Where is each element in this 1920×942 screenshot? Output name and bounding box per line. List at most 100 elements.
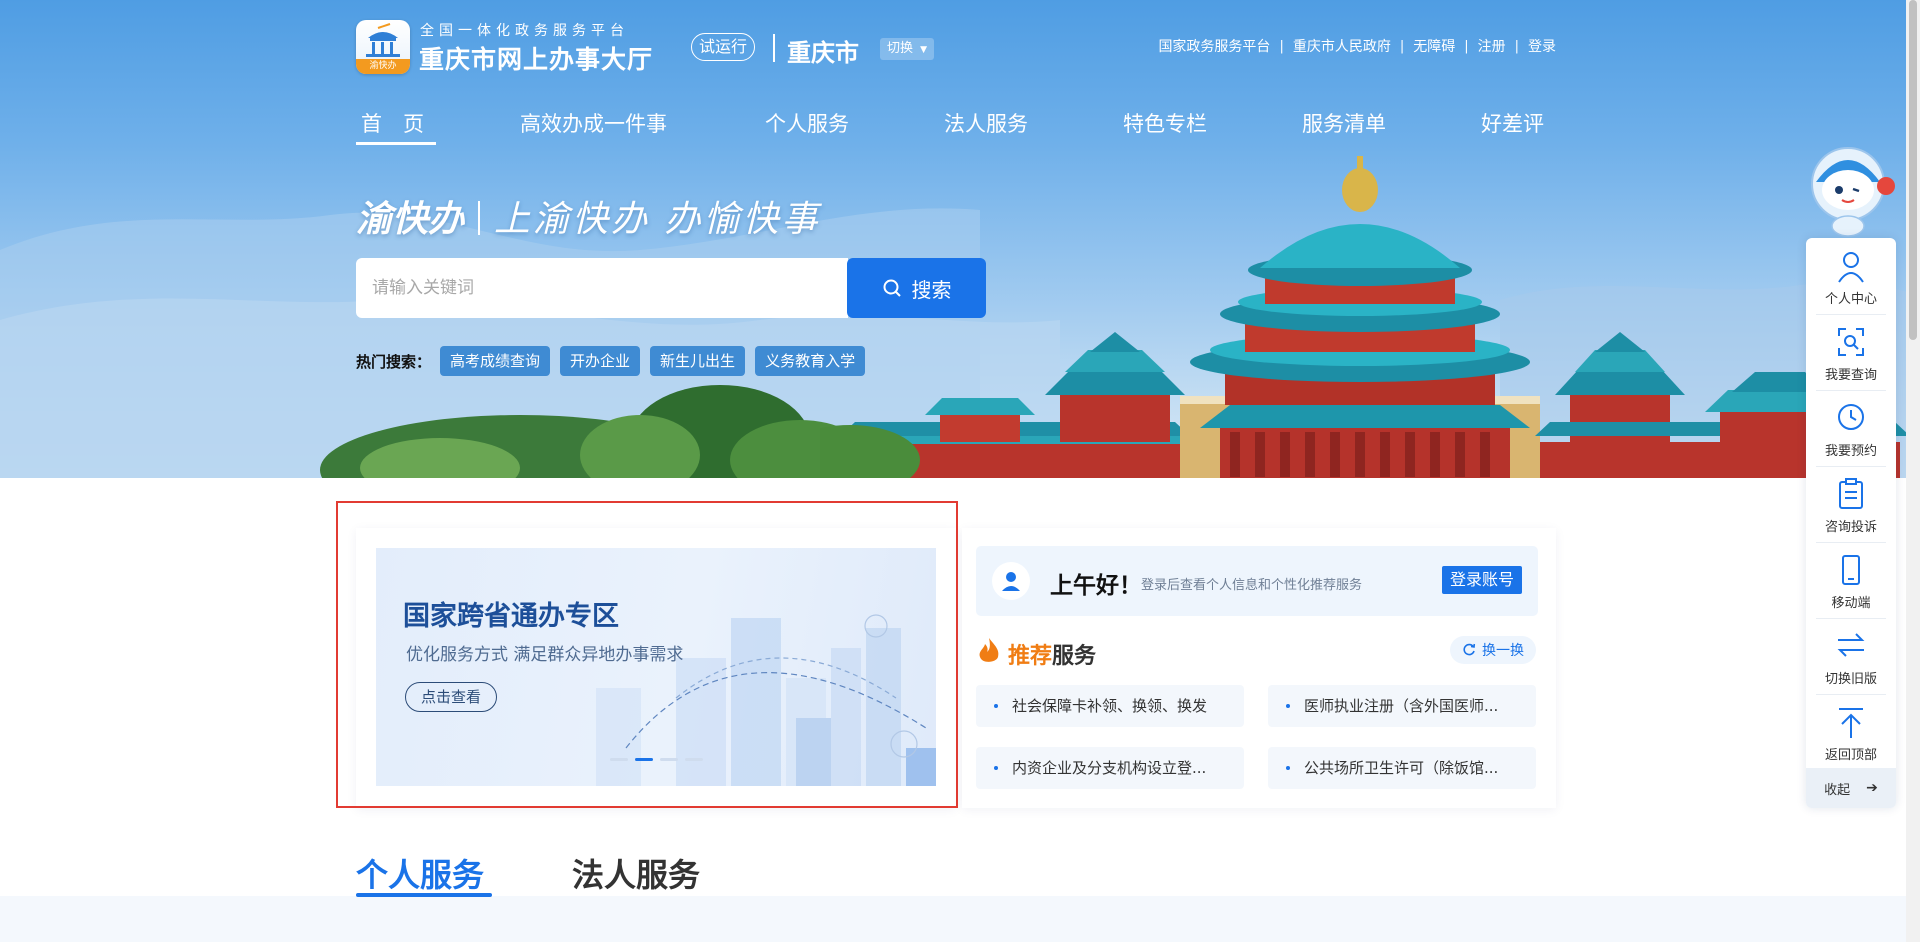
link-city-government[interactable]: 重庆市人民政府	[1293, 36, 1391, 56]
toolbar-consult-complaint[interactable]: 咨询投诉	[1806, 466, 1896, 542]
toolbar-label: 移动端	[1831, 596, 1871, 611]
recommend-item[interactable]: 公共场所卫生许可（除饭馆...	[1268, 747, 1536, 789]
toolbar-back-to-top[interactable]: 返回顶部	[1806, 694, 1896, 770]
logo-tag: 渝快办	[356, 59, 410, 74]
swap-arrows-icon	[1837, 633, 1865, 657]
recommend-item[interactable]: 内资企业及分支机构设立登...	[976, 747, 1244, 789]
link-accessibility[interactable]: 无障碍	[1413, 36, 1455, 56]
toolbar-mobile[interactable]: 移动端	[1806, 542, 1896, 618]
hero-banner: 渝快办 全国一体化政务服务平台 重庆市网上办事大厅 试运行 重庆市 切换 ▼ 国…	[0, 0, 1920, 478]
search-input[interactable]	[356, 258, 848, 318]
nav-item-personal[interactable]: 个人服务	[765, 108, 849, 138]
slogan-text: 上渝快办 办愉快事	[494, 199, 821, 240]
search-button[interactable]: 搜索	[847, 258, 986, 318]
bullet-dot-icon	[994, 704, 998, 708]
main-nav: 首 页 高效办成一件事 个人服务 法人服务 特色专栏 服务清单 好差评	[356, 108, 1556, 148]
link-national-platform[interactable]: 国家政务服务平台	[1158, 36, 1270, 56]
nav-item-rating[interactable]: 好差评	[1481, 108, 1544, 138]
recommend-title: 推荐服务	[1008, 638, 1096, 670]
site-logo[interactable]: 渝快办	[356, 20, 410, 74]
greeting-panel: 上午好！ 登录后查看个人信息和个性化推荐服务 登录账号	[976, 546, 1538, 616]
hot-tag-school-enrollment[interactable]: 义务教育入学	[755, 346, 866, 376]
clock-icon	[1838, 404, 1864, 430]
hot-tag-open-business[interactable]: 开办企业	[560, 346, 641, 376]
user-avatar-icon	[1002, 572, 1020, 591]
greeting-hint: 登录后查看个人信息和个性化推荐服务	[1141, 578, 1363, 593]
nav-active-underline	[356, 142, 436, 145]
arrow-up-icon	[1839, 708, 1863, 738]
arrow-right-icon: ➔	[1866, 780, 1878, 796]
bullet-dot-icon	[994, 766, 998, 770]
clipboard-icon	[1839, 478, 1863, 509]
toolbar-switch-old-version[interactable]: 切换旧版	[1806, 618, 1896, 694]
nav-item-home[interactable]: 首 页	[361, 108, 424, 138]
slogan-brand: 渝快办	[356, 199, 465, 240]
caret-down-icon: ▼	[920, 45, 928, 55]
toolbar-label: 返回顶部	[1824, 748, 1877, 763]
platform-subtitle: 全国一体化政务服务平台	[420, 23, 629, 39]
hot-tag-newborn[interactable]: 新生儿出生	[650, 346, 746, 376]
refresh-label: 换一换	[1482, 643, 1524, 659]
recommend-item[interactable]: 医师执业注册（含外国医师...	[1268, 685, 1536, 727]
highlight-frame	[336, 501, 958, 808]
toolbar-label: 个人中心	[1824, 292, 1877, 307]
nav-item-featured[interactable]: 特色专栏	[1123, 108, 1207, 138]
recommend-title-highlight: 推荐	[1008, 644, 1053, 669]
toolbar-label: 切换旧版	[1824, 672, 1877, 687]
city-switch-label: 切换	[887, 41, 914, 56]
site-header: 渝快办 全国一体化政务服务平台 重庆市网上办事大厅 试运行 重庆市 切换 ▼ 国…	[356, 18, 1556, 78]
greeting-title: 上午好！	[1050, 573, 1142, 599]
link-login[interactable]: 登录	[1528, 36, 1556, 56]
mascot-icon[interactable]	[1806, 142, 1896, 238]
tab-personal-service[interactable]: 个人服务	[356, 850, 484, 896]
tab-legal-service[interactable]: 法人服务	[572, 850, 700, 896]
nav-item-legal[interactable]: 法人服务	[944, 108, 1028, 138]
recommend-item[interactable]: 社会保障卡补领、换领、换发	[976, 685, 1244, 727]
toolbar-label: 咨询投诉	[1824, 520, 1877, 535]
toolbar-label: 我要预约	[1824, 444, 1877, 459]
flame-icon	[979, 638, 999, 662]
hero-slogan: 渝快办 上渝快办 办愉快事	[356, 190, 820, 242]
header-divider	[773, 34, 775, 62]
right-toolbar: 个人中心 我要查询 我要预约 咨询投诉 移动端 切换旧版 返回顶部 收起 ➔	[1806, 238, 1896, 808]
link-register[interactable]: 注册	[1478, 36, 1506, 56]
building-logo-icon	[366, 23, 400, 57]
current-city: 重庆市	[787, 39, 859, 67]
nav-item-service-list[interactable]: 服务清单	[1302, 108, 1386, 138]
link-separator: |	[1279, 38, 1284, 54]
recommend-item-label: 内资企业及分支机构设立登...	[1012, 759, 1207, 777]
hot-searches-label: 热门搜索：	[356, 352, 432, 371]
hot-searches: 热门搜索： 高考成绩查询 开办企业 新生儿出生 义务教育入学	[356, 346, 875, 376]
nav-item-one-thing[interactable]: 高效办成一件事	[520, 108, 667, 138]
search-button-label: 搜索	[911, 277, 952, 302]
collapse-label: 收起	[1824, 782, 1851, 798]
site-title[interactable]: 重庆市网上办事大厅	[419, 40, 653, 76]
mobile-phone-icon	[1842, 555, 1860, 585]
search-bar: 搜索	[356, 258, 986, 318]
bullet-dot-icon	[1286, 766, 1290, 770]
link-separator: |	[1514, 38, 1519, 54]
trial-badge: 试运行	[691, 33, 756, 61]
slogan-divider	[478, 201, 481, 235]
recommend-item-label: 医师执业注册（含外国医师...	[1304, 697, 1499, 715]
section-background	[0, 896, 1920, 942]
page-scrollbar-thumb[interactable]	[1909, 0, 1917, 340]
hot-tag-gaokao[interactable]: 高考成绩查询	[440, 346, 551, 376]
avatar	[992, 562, 1030, 600]
scan-search-icon	[1838, 328, 1864, 356]
recommend-item-label: 社会保障卡补领、换领、换发	[1012, 697, 1208, 715]
link-separator: |	[1399, 38, 1405, 54]
user-icon	[1838, 252, 1864, 283]
tab-active-underline	[356, 893, 492, 897]
recommend-title-rest: 服务	[1052, 644, 1097, 669]
bullet-dot-icon	[1286, 704, 1290, 708]
toolbar-appointment[interactable]: 我要预约	[1806, 390, 1896, 466]
link-separator: |	[1464, 38, 1469, 54]
toolbar-collapse-button[interactable]: 收起 ➔	[1806, 768, 1896, 808]
refresh-button[interactable]: 换一换	[1450, 636, 1536, 664]
city-switch-button[interactable]: 切换 ▼	[880, 38, 935, 60]
toolbar-personal-center[interactable]: 个人中心	[1806, 238, 1896, 314]
toolbar-query[interactable]: 我要查询	[1806, 314, 1896, 390]
toolbar-label: 我要查询	[1824, 368, 1877, 383]
login-account-button[interactable]: 登录账号	[1442, 566, 1522, 594]
